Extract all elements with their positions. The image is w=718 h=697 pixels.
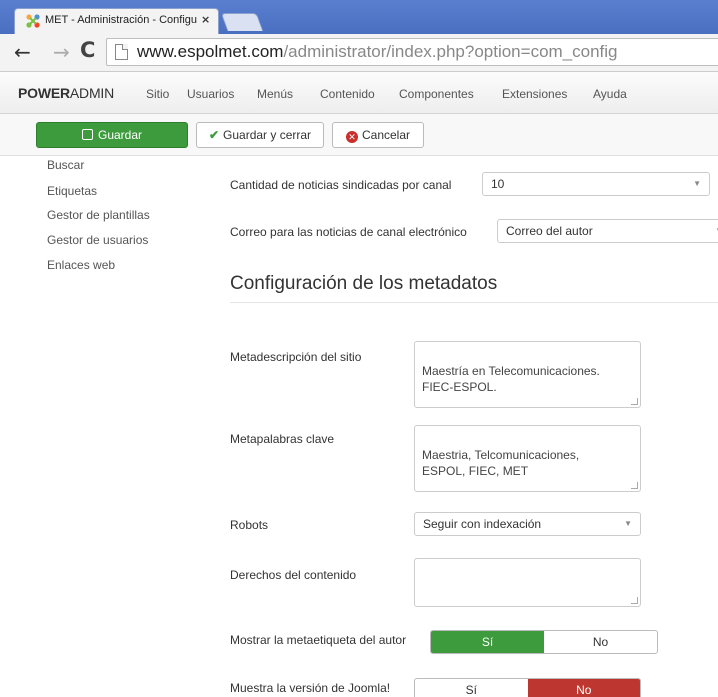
- feed-email-label: Correo para las noticias de canal electr…: [230, 225, 467, 239]
- reload-icon[interactable]: C: [80, 38, 95, 62]
- menu-ayuda[interactable]: Ayuda: [593, 87, 627, 101]
- section-title: Configuración de los metadatos: [230, 273, 498, 294]
- edit-icon: [81, 129, 93, 140]
- feed-count-label: Cantidad de noticias sindicadas por cana…: [230, 178, 452, 192]
- sidebar-item-etiquetas[interactable]: Etiquetas: [47, 184, 97, 198]
- feed-count-value: 10: [491, 177, 505, 191]
- resize-handle-icon[interactable]: [631, 597, 638, 604]
- joomla-version-no[interactable]: No: [527, 679, 640, 697]
- author-meta-no[interactable]: No: [544, 631, 657, 653]
- robots-select[interactable]: Seguir con indexación ▼: [414, 512, 641, 536]
- sidebar-item-usuarios[interactable]: Gestor de usuarios: [47, 233, 148, 247]
- menu-sitio[interactable]: Sitio: [146, 87, 169, 101]
- menu-componentes[interactable]: Componentes: [399, 87, 474, 101]
- admin-top-menu: POWERADMIN Sitio Usuarios Menús Contenid…: [0, 72, 718, 114]
- browser-tab-strip: MET - Administración - Configuración ×: [0, 0, 718, 34]
- author-meta-label: Mostrar la metaetiqueta del autor: [230, 633, 407, 647]
- feed-email-select[interactable]: Correo del autor ▼: [497, 219, 718, 243]
- brand-logo[interactable]: POWERADMIN: [18, 85, 114, 101]
- address-bar: ← → C www.espolmet.com/administrator/ind…: [0, 34, 718, 72]
- sidebar-item-plantillas[interactable]: Gestor de plantillas: [47, 208, 150, 222]
- action-toolbar: Guardar ✔ Guardar y cerrar ✕ Cancelar: [0, 114, 718, 156]
- url-text: www.espolmet.com/administrator/index.php…: [137, 42, 618, 61]
- cancel-icon: ✕: [345, 131, 358, 143]
- resize-handle-icon[interactable]: [631, 398, 638, 405]
- chevron-down-icon: ▼: [624, 519, 632, 528]
- joomla-version-toggle[interactable]: Sí No: [414, 678, 641, 697]
- menu-extensiones[interactable]: Extensiones: [502, 87, 567, 101]
- robots-value: Seguir con indexación: [423, 517, 542, 531]
- sidebar-item-buscar[interactable]: Buscar: [47, 158, 84, 172]
- joomla-favicon-icon: [26, 14, 40, 28]
- url-input[interactable]: www.espolmet.com/administrator/index.php…: [106, 38, 718, 66]
- sidebar-item-enlaces[interactable]: Enlaces web: [47, 258, 115, 272]
- save-and-close-button[interactable]: ✔ Guardar y cerrar: [196, 122, 324, 148]
- feed-email-value: Correo del autor: [506, 224, 593, 238]
- section-divider: [230, 302, 718, 303]
- joomla-version-label: Muestra la versión de Joomla!: [230, 681, 391, 695]
- joomla-version-yes[interactable]: Sí: [415, 679, 528, 697]
- chevron-down-icon: ▼: [693, 179, 701, 188]
- rights-label: Derechos del contenido: [230, 568, 357, 582]
- meta-desc-label: Metadescripción del sitio: [230, 350, 362, 364]
- robots-label: Robots: [230, 518, 269, 532]
- save-button[interactable]: Guardar: [36, 122, 188, 148]
- meta-keywords-value: Maestria, Telcomunicaciones, ESPOL, FIEC…: [422, 448, 580, 478]
- close-tab-icon[interactable]: ×: [201, 13, 210, 26]
- check-icon: ✔: [208, 128, 220, 142]
- back-arrow-icon[interactable]: ←: [14, 40, 31, 64]
- meta-description-field[interactable]: Maestría en Telecomunicaciones. FIEC-ESP…: [414, 341, 641, 408]
- content-rights-field[interactable]: [414, 558, 641, 607]
- cancel-label: Cancelar: [361, 128, 411, 142]
- meta-desc-value: Maestría en Telecomunicaciones. FIEC-ESP…: [422, 364, 600, 394]
- author-meta-toggle[interactable]: Sí No: [430, 630, 658, 654]
- meta-keywords-field[interactable]: Maestria, Telcomunicaciones, ESPOL, FIEC…: [414, 425, 641, 492]
- menu-menus[interactable]: Menús: [257, 87, 293, 101]
- author-meta-yes[interactable]: Sí: [431, 631, 544, 653]
- browser-tab[interactable]: MET - Administración - Configuración ×: [14, 8, 219, 34]
- save-button-label: Guardar: [97, 128, 143, 142]
- menu-contenido[interactable]: Contenido: [320, 87, 375, 101]
- menu-usuarios[interactable]: Usuarios: [187, 87, 234, 101]
- tab-title: MET - Administración - Configuración: [45, 14, 197, 26]
- feed-count-select[interactable]: 10 ▼: [482, 172, 710, 196]
- page-icon: [115, 44, 128, 60]
- cancel-button[interactable]: ✕ Cancelar: [332, 122, 424, 148]
- meta-keywords-label: Metapalabras clave: [230, 432, 335, 446]
- forward-arrow-icon[interactable]: →: [53, 40, 70, 64]
- save-close-label: Guardar y cerrar: [223, 128, 312, 142]
- resize-handle-icon[interactable]: [631, 482, 638, 489]
- new-tab-button[interactable]: [220, 13, 264, 31]
